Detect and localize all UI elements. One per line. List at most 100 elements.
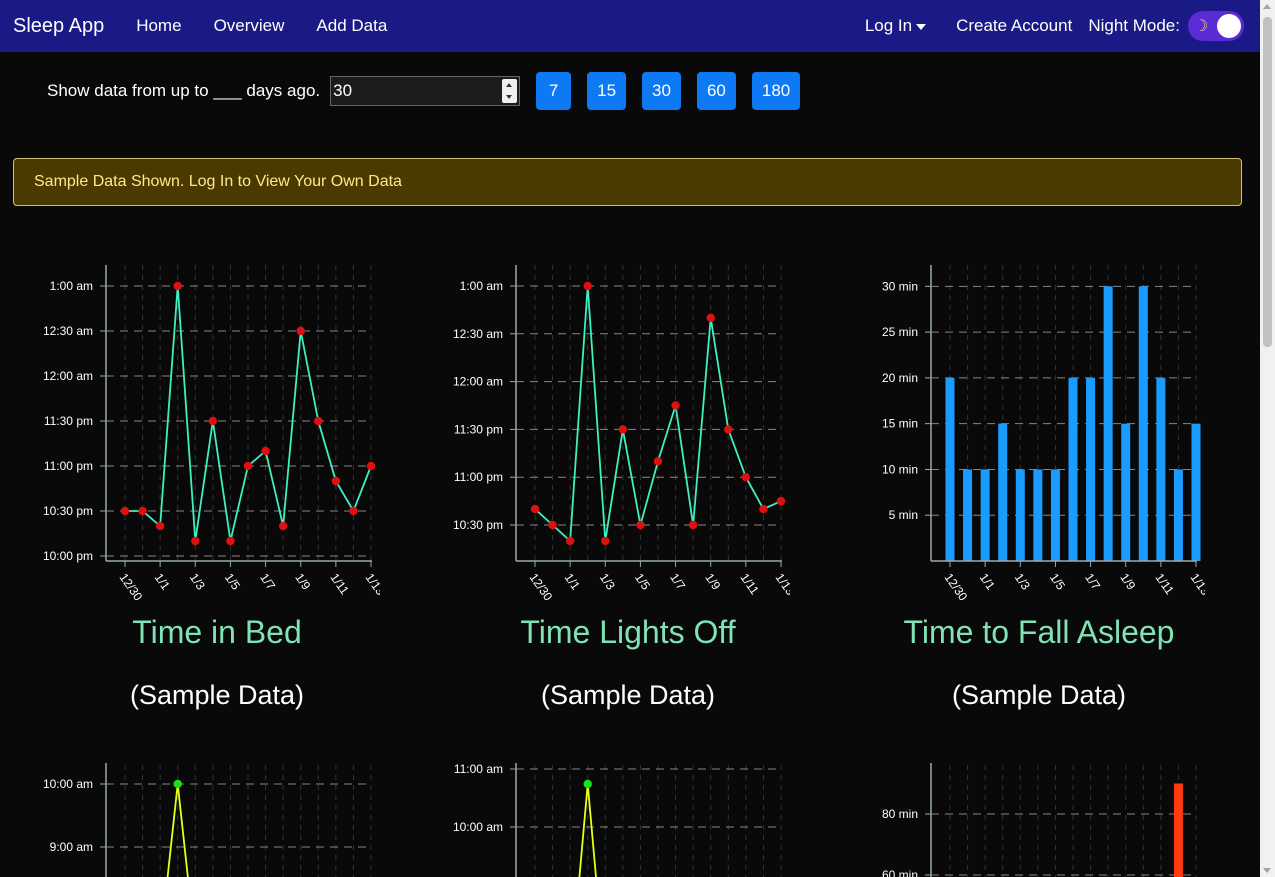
- time-in-bed-chart: 10:00 pm 10:30 pm 11:00 pm 11:30 pm 12:00 am…: [43, 265, 380, 604]
- data-point: [618, 425, 628, 434]
- spinner-icon[interactable]: [502, 79, 518, 103]
- y-tick-label: 30 min: [882, 279, 918, 293]
- x-tick-label: 1/7: [257, 571, 278, 593]
- y-tick-label: 25 min: [882, 325, 918, 339]
- y-tick-label: 11:30 pm: [454, 422, 503, 436]
- x-tick-label: 12/30: [117, 571, 146, 604]
- x-tick-label: 1/1: [977, 571, 998, 593]
- bar: [1033, 469, 1043, 561]
- y-tick-label: 60 min: [882, 868, 918, 877]
- chart-title-time-lights-off: Time Lights Off: [520, 614, 736, 650]
- data-point: [155, 521, 165, 531]
- x-tick-label: 12/30: [527, 571, 556, 604]
- navbar-right: Log In Create Account Night Mode: ☽: [849, 0, 1244, 52]
- data-point: [636, 520, 645, 530]
- bar: [1173, 469, 1183, 561]
- toggle-knob: [1217, 14, 1241, 38]
- nav-link-home[interactable]: Home: [136, 16, 181, 36]
- y-tick-label: 12:30 am: [453, 327, 503, 341]
- days-number-input[interactable]: 30: [330, 76, 521, 106]
- bar: [1050, 469, 1060, 561]
- data-point: [331, 476, 341, 486]
- y-tick-label: 10 min: [882, 462, 918, 476]
- data-point: [138, 506, 147, 516]
- y-tick-label: 10:30 pm: [43, 504, 93, 518]
- wake-time-chart: 9:00 am 10:00 am: [43, 763, 372, 877]
- bar: [1086, 377, 1096, 561]
- alert-text: Sample Data Shown. Log In to View Your O…: [34, 173, 402, 190]
- y-tick-label: 9:00 am: [50, 840, 93, 854]
- night-mode-toggle[interactable]: ☽: [1188, 11, 1244, 41]
- y-tick-label: 10:30 pm: [453, 518, 503, 532]
- scroll-down-arrow-icon[interactable]: [1263, 868, 1271, 873]
- x-tick-label: 1/13: [1188, 571, 1205, 598]
- data-point: [243, 461, 253, 471]
- data-point: [296, 326, 305, 336]
- y-tick-label: 10:00 pm: [43, 549, 93, 563]
- login-label: Log In: [864, 16, 913, 35]
- days-button-15[interactable]: 15: [587, 72, 627, 110]
- y-tick-label: 20 min: [882, 371, 918, 385]
- data-point: [706, 313, 715, 323]
- data-point: [776, 496, 786, 506]
- x-tick-label: 1/1: [562, 571, 583, 593]
- bar: [980, 469, 990, 561]
- data-point: [583, 281, 592, 291]
- x-tick-label: 1/5: [1047, 571, 1068, 593]
- bar: [1068, 377, 1078, 561]
- x-tick-label: 1/11: [737, 571, 762, 598]
- x-tick-label: 1/5: [632, 571, 653, 593]
- series-line: [534, 285, 782, 543]
- data-point: [261, 446, 270, 456]
- data-point: [688, 520, 698, 530]
- days-button-60[interactable]: 60: [696, 72, 736, 110]
- y-tick-label: 11:30 pm: [44, 414, 93, 428]
- bar: [1121, 423, 1131, 561]
- create-account-link[interactable]: Create Account: [956, 16, 1072, 36]
- x-tick-label: 1/13: [773, 571, 790, 598]
- data-point: [671, 401, 680, 410]
- bar: [998, 423, 1008, 561]
- y-tick-label: 80 min: [882, 807, 918, 821]
- bar: [1156, 377, 1166, 561]
- x-tick-label: 1/11: [327, 571, 352, 598]
- days-button-30[interactable]: 30: [642, 72, 681, 110]
- chart-subtitle-time-to-fall-asleep: (Sample Data): [951, 680, 1127, 710]
- days-input-value: 30: [333, 81, 353, 100]
- data-point: [226, 536, 235, 546]
- bar: [1138, 286, 1148, 561]
- time-lights-off-chart: 10:30 pm 11:00 pm 11:30 pm 12:00 am 12:30 am…: [453, 265, 790, 604]
- y-tick-label: 10:00 am: [453, 820, 503, 834]
- y-tick-label: 12:00 am: [453, 375, 503, 389]
- x-tick-label: 12/30: [942, 571, 971, 604]
- y-tick-label: 1:00 am: [50, 279, 93, 293]
- chart-subtitle-time-lights-off: (Sample Data): [540, 680, 716, 710]
- data-point: [565, 536, 575, 546]
- chart-title-time-in-bed: Time in Bed: [132, 614, 302, 650]
- caret-down-icon: [916, 23, 927, 30]
- y-tick-label: 12:30 am: [43, 324, 93, 338]
- scroll-up-arrow-icon[interactable]: [1263, 4, 1271, 9]
- data-point: [208, 416, 218, 426]
- nav-link-overview[interactable]: Overview: [214, 16, 285, 36]
- bar: [1191, 423, 1201, 561]
- days-button-180[interactable]: 180: [751, 72, 801, 110]
- data-point: [548, 520, 557, 530]
- days-button-7[interactable]: 7: [536, 72, 572, 110]
- data-point: [530, 504, 540, 514]
- y-tick-label: 11:00 pm: [44, 459, 93, 473]
- data-point: [173, 779, 182, 789]
- page-scrollbar[interactable]: [1260, 0, 1275, 877]
- data-point: [191, 536, 200, 546]
- days-label: Show data from up to ___ days ago.: [47, 81, 321, 100]
- awake-duration-chart: 60 min 80 min: [882, 763, 1197, 877]
- y-tick-label: 5 min: [889, 508, 918, 522]
- y-tick-label: 15 min: [882, 417, 918, 431]
- brand-logo[interactable]: Sleep App: [13, 15, 104, 38]
- x-tick-label: 1/11: [1152, 571, 1177, 598]
- nav-link-add-data[interactable]: Add Data: [316, 16, 387, 36]
- scroll-thumb[interactable]: [1263, 17, 1272, 347]
- moon-icon: ☽: [1194, 18, 1209, 35]
- data-point: [741, 473, 751, 482]
- login-dropdown[interactable]: Log In: [864, 16, 927, 36]
